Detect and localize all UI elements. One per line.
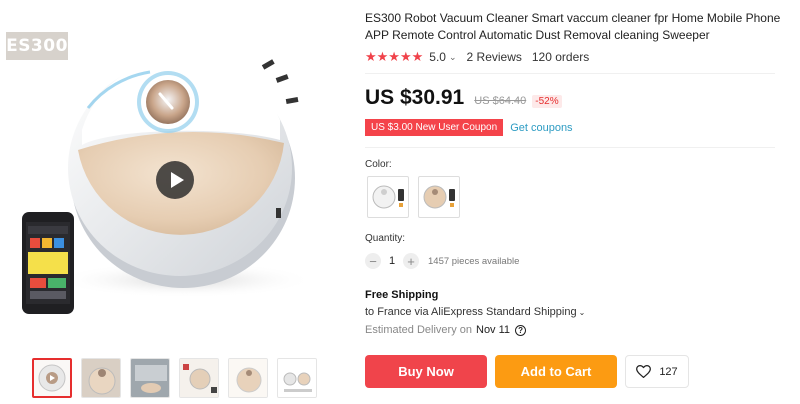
original-price: US $64.40 — [474, 95, 527, 107]
orders-count: 120 orders — [531, 50, 590, 64]
color-options — [367, 176, 460, 218]
main-product-image[interactable]: ES300 — [0, 0, 345, 345]
current-price: US $30.91 — [365, 86, 465, 109]
increase-quantity-button[interactable]: + — [403, 253, 419, 269]
price-row: US $30.91 US $64.40 -52% — [365, 86, 562, 110]
thumbnail-image — [229, 359, 267, 397]
product-gallery: ES300 — [0, 0, 345, 404]
chevron-down-icon: ⌄ — [578, 308, 586, 317]
thumbnail-image — [38, 364, 66, 392]
wishlist-count: 127 — [659, 365, 678, 378]
star-rating-icon: ★★★★★ — [365, 49, 424, 64]
thumbnail-2[interactable] — [81, 358, 121, 398]
color-label: Color: — [365, 159, 392, 170]
shipping-method[interactable]: to France via AliExpress Standard Shippi… — [365, 306, 585, 318]
shipping-method-text: to France via AliExpress Standard Shippi… — [365, 306, 577, 318]
thumbnail-strip — [32, 358, 317, 398]
play-video-button[interactable] — [156, 161, 194, 199]
delivery-label: Estimated Delivery on — [365, 324, 472, 336]
swatch-image — [372, 185, 404, 209]
rating-row: ★★★★★ 5.0 ⌄ 2 Reviews 120 orders — [365, 49, 589, 65]
estimated-delivery: Estimated Delivery on Nov 11 ? — [365, 324, 527, 336]
reviews-link[interactable]: 2 Reviews — [467, 50, 522, 64]
get-coupons-link[interactable]: Get coupons — [510, 122, 572, 134]
quantity-stepper: − 1 + 1457 pieces available — [365, 253, 519, 269]
wishlist-button[interactable]: 127 — [625, 355, 689, 388]
action-buttons: Buy Now Add to Cart 127 — [365, 355, 689, 388]
heart-icon — [636, 365, 652, 378]
thumbnail-image — [131, 359, 169, 397]
thumbnail-4[interactable] — [179, 358, 219, 398]
question-icon[interactable]: ? — [515, 324, 527, 336]
color-option-gold[interactable] — [418, 176, 460, 218]
quantity-label: Quantity: — [365, 233, 406, 244]
buy-now-button[interactable]: Buy Now — [365, 355, 487, 388]
add-to-cart-button[interactable]: Add to Cart — [495, 355, 617, 388]
shipping-title: Free Shipping — [365, 289, 439, 301]
new-user-coupon[interactable]: US $3.00 New User Coupon — [361, 119, 507, 136]
chevron-down-icon[interactable]: ⌄ — [449, 52, 457, 63]
divider — [365, 147, 775, 148]
delivery-date: Nov 11 — [476, 324, 511, 336]
pieces-available: 1457 pieces available — [428, 255, 520, 267]
swatch-image — [423, 185, 455, 209]
thumbnail-image — [82, 359, 120, 397]
thumbnail-1[interactable] — [32, 358, 72, 398]
play-icon — [170, 172, 184, 188]
thumbnail-6[interactable] — [277, 358, 317, 398]
divider — [365, 73, 775, 74]
thumbnail-3[interactable] — [130, 358, 170, 398]
thumbnail-image — [278, 359, 316, 397]
coupon-row: US $3.00 New User Coupon Get coupons — [361, 119, 573, 136]
decrease-quantity-button[interactable]: − — [365, 253, 381, 269]
color-option-white[interactable] — [367, 176, 409, 218]
rating-score[interactable]: 5.0 — [429, 50, 446, 64]
discount-badge: -52% — [532, 95, 562, 108]
product-title: ES300 Robot Vacuum Cleaner Smart vaccum … — [365, 11, 781, 42]
thumbnail-5[interactable] — [228, 358, 268, 398]
quantity-value[interactable]: 1 — [381, 255, 403, 267]
brand-tag: ES300 — [6, 32, 68, 60]
thumbnail-image — [180, 359, 218, 397]
